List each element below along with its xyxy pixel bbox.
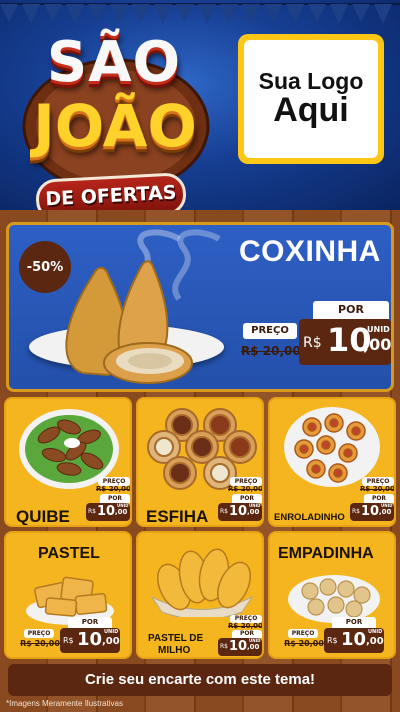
currency-symbol: R$: [220, 643, 228, 650]
logo-placeholder-line2: Aqui: [273, 91, 349, 130]
price-integer: 10: [341, 629, 367, 650]
por-label: POR: [232, 494, 262, 503]
preco-label: PREÇO: [243, 323, 297, 339]
price-integer: 10: [229, 639, 248, 654]
old-price: R$ 20,00: [228, 485, 263, 493]
por-label: POR: [364, 494, 394, 503]
unit-label: UNID: [104, 629, 119, 635]
price-cents: ,00: [363, 335, 392, 354]
logo-placeholder-line1: Sua Logo: [258, 68, 364, 95]
flyer-page: SÃO JOÃO DE OFERTAS Sua Logo Aqui -50% C…: [0, 0, 400, 712]
unit-label: UNID: [249, 638, 261, 643]
product-card-pastel: PASTEL PREÇO R$ 20,00 POR R$ 10 ,00 UNID: [4, 531, 132, 659]
price-cents: ,00: [366, 636, 384, 647]
old-price: R$ 20,00: [20, 639, 60, 648]
old-price: R$ 20,00: [241, 344, 301, 358]
new-price-box: R$ 10 ,00 UNID: [218, 503, 262, 521]
product-name-line2: MILHO: [158, 645, 191, 656]
currency-symbol: R$: [327, 636, 338, 645]
product-card-esfiha: ESFIHA PREÇO R$ 20,00 POR R$ 10 ,00 UNID: [136, 397, 264, 527]
price-integer: 10: [229, 504, 248, 519]
product-name: EMPADINHA: [278, 545, 374, 562]
por-label: POR: [332, 617, 376, 628]
por-label: POR: [232, 630, 262, 638]
unit-label: UNID: [367, 325, 390, 334]
product-card-empadinha: EMPADINHA PREÇO R$ 20,00 POR R$ 10 ,00 U…: [268, 531, 396, 659]
product-card-pastel-de-milho: PASTEL DE MILHO PREÇO R$ 20,00 POR R$ 10…: [136, 531, 264, 659]
old-price: R$ 20,00: [360, 485, 395, 493]
price-cents: ,00: [247, 643, 260, 651]
logo-placeholder: Sua Logo Aqui: [238, 34, 384, 164]
product-card-enroladinho: ENROLADINHO PREÇO R$ 20,00 POR R$ 10 ,00…: [268, 397, 396, 527]
price-cents: ,00: [379, 508, 392, 516]
featured-price-tag: POR PREÇO R$ 20,00 R$ 10 ,00 UNID: [237, 301, 391, 365]
product-name: ENROLADINHO: [274, 512, 345, 523]
old-price: R$ 20,00: [228, 622, 263, 630]
product-name: ESFIHA: [146, 507, 209, 526]
price-tag: PREÇO R$ 20,00 POR R$ 10 ,00 UNID: [86, 477, 130, 523]
unit-label: UNID: [249, 503, 261, 508]
price-integer: 10: [77, 629, 103, 650]
currency-symbol: R$: [352, 508, 360, 515]
currency-symbol: R$: [88, 508, 96, 515]
product-name: QUIBE: [16, 507, 70, 526]
sao-joao-title-logo: SÃO JOÃO DE OFERTAS: [14, 30, 219, 222]
price-tag: PREÇO R$ 20,00 POR R$ 10 ,00 UNID: [218, 477, 262, 523]
header: SÃO JOÃO DE OFERTAS Sua Logo Aqui: [0, 0, 400, 222]
title-joao: JOÃO: [33, 92, 197, 160]
new-price-box: R$ 10 ,00 UNID: [218, 638, 262, 656]
create-flyer-button[interactable]: Crie seu encarte com este tema!: [8, 664, 392, 696]
coxinha-image: [65, 260, 193, 384]
old-price: R$ 20,00: [284, 639, 324, 648]
por-label: POR: [68, 617, 112, 628]
por-label: POR: [100, 494, 130, 503]
old-price: R$ 20,00: [96, 485, 131, 493]
por-label: POR: [313, 301, 389, 319]
logo-placeholder-inner: Sua Logo Aqui: [244, 40, 378, 158]
product-name-line1: PASTEL DE: [148, 633, 204, 644]
currency-symbol: R$: [220, 508, 228, 515]
preco-label: PREÇO: [288, 629, 318, 638]
disclaimer-text: *Imagens Meramente Ilustrativas: [6, 699, 123, 708]
title-sao: SÃO: [46, 30, 182, 95]
new-price-box: R$ 10 ,00 UNID: [299, 319, 391, 365]
unit-label: UNID: [117, 503, 129, 508]
featured-product-card: -50% COXINHA POR PREÇO R$ 20,00 R$ 10 ,0…: [6, 222, 394, 392]
featured-product-name: COXINHA: [239, 235, 381, 268]
pastel-de-milho-image: [150, 548, 254, 617]
product-name: PASTEL: [38, 545, 100, 562]
new-price-box: R$ 10 ,00 UNID: [324, 628, 384, 653]
unit-label: UNID: [381, 503, 393, 508]
price-tag: PREÇO R$ 20,00 POR R$ 10 ,00 UNID: [12, 617, 128, 657]
currency-symbol: R$: [63, 636, 74, 645]
new-price-box: R$ 10 ,00 UNID: [60, 628, 120, 653]
price-cents: ,00: [102, 636, 120, 647]
price-cents: ,00: [115, 508, 128, 516]
price-tag: PREÇO R$ 20,00 POR R$ 10 ,00 UNID: [276, 617, 392, 657]
price-cents: ,00: [247, 508, 260, 516]
price-integer: 10: [361, 504, 380, 519]
new-price-box: R$ 10 ,00 UNID: [350, 503, 394, 521]
price-tag: PREÇO R$ 20,00 POR R$ 10 ,00 UNID: [218, 615, 262, 657]
price-integer: 10: [97, 504, 116, 519]
price-tag: PREÇO R$ 20,00 POR R$ 10 ,00 UNID: [350, 477, 394, 523]
unit-label: UNID: [368, 629, 383, 635]
new-price-box: R$ 10 ,00 UNID: [86, 503, 130, 521]
currency-symbol: R$: [303, 335, 322, 351]
title-de-ofertas: DE OFERTAS: [44, 181, 177, 211]
product-card-quibe: QUIBE PREÇO R$ 20,00 POR R$ 10 ,00 UNID: [4, 397, 132, 527]
preco-label: PREÇO: [24, 629, 54, 638]
